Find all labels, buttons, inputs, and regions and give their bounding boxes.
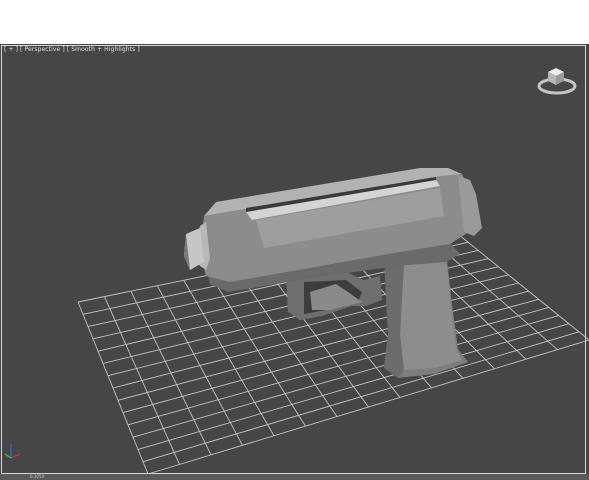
perspective-viewport[interactable]: [ + ] [ Perspective ] [ Smooth + Highlig…	[0, 44, 589, 480]
grid-line	[142, 331, 580, 463]
viewcube-icon[interactable]	[536, 60, 580, 96]
grid-line	[447, 225, 589, 341]
grid-line	[132, 315, 559, 438]
pistol-mesh[interactable]	[184, 168, 482, 378]
viewport-plus-menu[interactable]: [ + ]	[4, 46, 18, 53]
status-strip	[0, 474, 589, 480]
grid-line	[127, 306, 549, 426]
status-value: 0.1059	[30, 474, 44, 479]
top-blank-strip	[0, 0, 589, 44]
grid-line	[137, 323, 569, 450]
grid-line	[147, 339, 589, 475]
viewport-shading-menu[interactable]: [ Smooth + Highlights ]	[67, 46, 140, 53]
viewport-scene	[77, 168, 589, 475]
viewport-view-menu[interactable]: [ Perspective ]	[20, 46, 65, 53]
viewport-label-menu[interactable]: [ + ] [ Perspective ] [ Smooth + Highlig…	[4, 46, 140, 53]
axis-tripod-icon	[2, 436, 24, 464]
